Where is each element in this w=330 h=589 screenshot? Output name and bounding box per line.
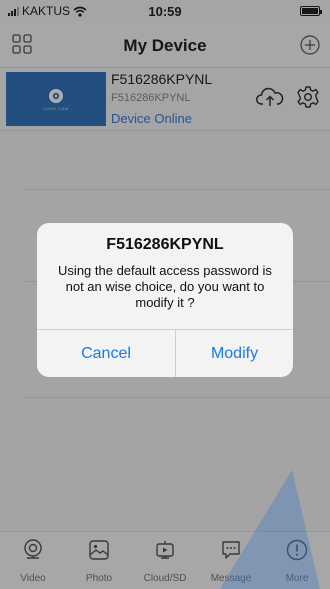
modify-button[interactable]: Modify [176, 330, 293, 377]
alert-dialog: F516286KPYNL Using the default access pa… [37, 223, 293, 377]
watermark-shape [220, 470, 320, 589]
dialog-message: Using the default access password is not… [58, 263, 272, 310]
cancel-button[interactable]: Cancel [37, 330, 175, 377]
dialog-title: F516286KPYNL [106, 236, 224, 253]
